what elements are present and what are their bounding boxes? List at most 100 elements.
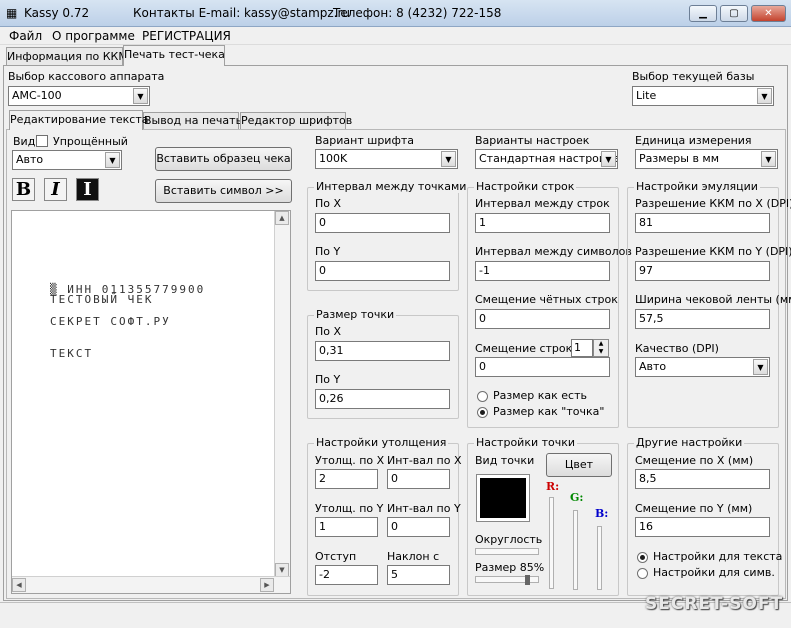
menu-bar: Файл О программе РЕГИСТРАЦИЯ [0,27,791,45]
chevron-down-icon: ▼ [441,151,456,167]
interval-y2-field[interactable]: 0 [387,517,450,537]
scroll-down-icon[interactable]: ▼ [275,563,289,577]
radio-size-asis-label: Размер как есть [493,389,587,402]
char-interval-field[interactable]: -1 [475,261,610,281]
database-value: Lite [636,89,657,102]
size-slider[interactable] [475,575,539,585]
close-button[interactable]: ✕ [751,5,786,22]
radio-size-dot[interactable] [477,407,488,418]
receipt-editor[interactable]: ▒ ИНН 011355779900 ТЕСТОВЫЙ ЧЕК СЕКРЕТ С… [11,210,291,594]
offset-x-field[interactable]: 8,5 [635,469,770,489]
spin-up-icon[interactable]: ▲ [594,340,608,348]
line-interval-field[interactable]: 1 [475,213,610,233]
res-x-label: Разрешение ККМ по X (DPI) [635,197,791,210]
presets-select[interactable]: Стандартная настройка ▼ [475,149,618,169]
database-select[interactable]: Lite ▼ [632,86,774,106]
size-y-label: По Y [315,373,341,386]
scroll-up-icon[interactable]: ▲ [275,211,289,225]
res-x-field[interactable]: 81 [635,213,770,233]
scroll-right-icon[interactable]: ▶ [260,578,274,592]
char-interval-label: Интервал между символов [475,245,632,258]
contacts-text: Контакты E-mail: kassy@stampz.ru [133,6,351,20]
tab-text-editing[interactable]: Редактирование текста [9,110,149,130]
vertical-scrollbar[interactable]: ▲ ▼ [274,211,290,577]
point-interval-caption: Интервал между точками [314,180,469,193]
red-label: R: [546,480,560,493]
green-slider[interactable] [573,510,578,590]
offset-y-field[interactable]: 16 [635,517,770,537]
thick-y-field[interactable]: 1 [315,517,378,537]
interval-y-field[interactable]: 0 [315,261,450,281]
thick-x-field[interactable]: 2 [315,469,378,489]
minimize-icon: ▁ [699,8,707,19]
thick-x-label: Утолщ. по X [315,454,385,467]
green-label: G: [570,491,584,504]
interval-x2-field[interactable]: 0 [387,469,450,489]
line-settings-caption: Настройки строк [474,180,577,193]
menu-registration[interactable]: РЕГИСТРАЦИЯ [142,29,231,43]
font-value: 100K [319,152,348,165]
tape-width-field[interactable]: 57,5 [635,309,770,329]
blue-label: B: [595,507,609,520]
chevron-down-icon: ▼ [133,88,148,104]
menu-about[interactable]: О программе [52,29,135,43]
device-select[interactable]: АМС-100 ▼ [8,86,150,106]
size-x-field[interactable]: 0,31 [315,341,450,361]
tab-kkm-info[interactable]: Информация по ККМ [6,47,128,65]
interval-x2-label: Инт-вал по X [387,454,462,467]
units-label: Единица измерения [635,134,752,147]
blue-slider[interactable] [597,526,602,590]
color-button[interactable]: Цвет [546,453,612,477]
spin-down-icon[interactable]: ▼ [594,348,608,356]
insert-sample-button[interactable]: Вставить образец чека [155,147,292,171]
size-slider-thumb[interactable] [525,575,530,585]
menu-file[interactable]: Файл [9,29,42,43]
line-interval-label: Интервал между строк [475,197,610,210]
scroll-left-icon[interactable]: ◀ [12,578,26,592]
italic-button[interactable]: I [44,178,67,201]
quality-select[interactable]: Авто ▼ [635,357,770,377]
units-select[interactable]: Размеры в мм ▼ [635,149,778,169]
receipt-line: СЕКРЕТ СОФТ.РУ [50,315,171,328]
horizontal-scrollbar[interactable]: ◀ ▶ [12,576,290,593]
radio-text-settings[interactable] [637,552,648,563]
close-icon: ✕ [764,8,773,19]
maximize-button[interactable]: ▢ [720,5,748,22]
phone-text: Телефон: 8 (4232) 722-158 [333,6,502,20]
minimize-button[interactable]: ▁ [689,5,717,22]
red-slider[interactable] [549,497,554,589]
slant-field[interactable]: 5 [387,565,450,585]
interval-x-field[interactable]: 0 [315,213,450,233]
even-offset-field[interactable]: 0 [475,309,610,329]
line-offset-field[interactable]: 0 [475,357,610,377]
insert-symbol-button[interactable]: Вставить символ >> [155,179,292,203]
tab-print-test[interactable]: Печать тест-чека [123,45,225,66]
view-value: Авто [16,153,44,166]
roundness-label: Округлость [475,533,543,546]
res-y-field[interactable]: 97 [635,261,770,281]
indent-field[interactable]: -2 [315,565,378,585]
radio-size-asis[interactable] [477,391,488,402]
size-x-label: По X [315,325,342,338]
simplified-checkbox[interactable] [36,135,48,147]
point-preview [476,474,530,522]
tape-width-label: Ширина чековой ленты (мм) [635,293,791,306]
chevron-down-icon: ▼ [753,359,768,375]
point-view-label: Вид точки [475,454,535,467]
line-offset-spinner[interactable]: ▲ ▼ [593,339,609,357]
line-offset-label: Смещение строки [475,342,580,355]
inverse-button[interactable]: I [76,178,99,201]
bold-button[interactable]: B [12,178,35,201]
quality-label: Качество (DPI) [635,342,719,355]
tab-print-output[interactable]: Вывод на печать [143,112,242,130]
font-select[interactable]: 100K ▼ [315,149,458,169]
window-title: Kassy 0.72 [24,6,90,20]
radio-symbol-settings[interactable] [637,568,648,579]
chevron-down-icon: ▼ [761,151,776,167]
line-offset-spin-field[interactable]: 1 [571,339,593,357]
size-y-field[interactable]: 0,26 [315,389,450,409]
thick-y-label: Утолщ. по Y [315,502,384,515]
view-select[interactable]: Авто ▼ [12,150,122,170]
tab-font-editor[interactable]: Редактор шрифтов [240,112,352,130]
roundness-slider[interactable] [475,548,539,555]
